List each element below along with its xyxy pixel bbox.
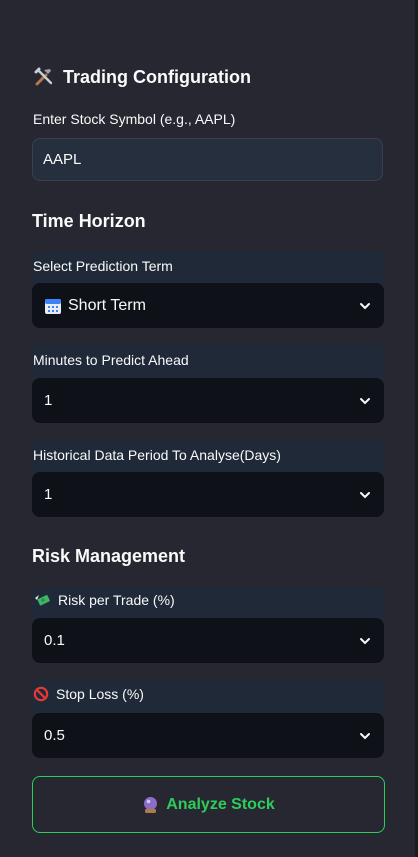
minutes-ahead-select[interactable]: 1 — [32, 378, 384, 423]
minutes-label: Minutes to Predict Ahead — [33, 352, 189, 368]
stop-label-row: Stop Loss (%) — [33, 686, 144, 702]
symbol-label: Enter Stock Symbol (e.g., AAPL) — [33, 111, 236, 127]
tools-icon — [34, 67, 53, 86]
chevron-down-icon — [360, 302, 370, 309]
trading-configuration-header: Trading Configuration — [33, 63, 251, 91]
history-label: Historical Data Period To Analyse(Days) — [33, 447, 281, 463]
chevron-down-icon — [360, 637, 370, 644]
term-label: Select Prediction Term — [33, 258, 173, 274]
chevron-down-icon — [360, 732, 370, 739]
analyze-stock-button[interactable]: Analyze Stock — [32, 776, 385, 833]
history-days-select[interactable]: 1 — [32, 472, 384, 517]
chevron-down-icon — [360, 491, 370, 498]
prohibited-icon — [33, 686, 49, 702]
risk-per-trade-select[interactable]: 0.1 — [32, 618, 384, 663]
risk-value: 0.1 — [44, 632, 65, 649]
stop-loss-value: 0.5 — [44, 727, 65, 744]
calendar-icon — [45, 298, 61, 314]
risk-label-row: Risk per Trade (%) — [33, 592, 175, 608]
crystal-ball-icon — [144, 796, 158, 813]
stock-symbol-input[interactable]: AAPL — [32, 138, 383, 181]
history-value: 1 — [44, 486, 53, 503]
term-value: Short Term — [68, 296, 146, 314]
sidebar: Trading Configuration Enter Stock Symbol… — [0, 0, 418, 857]
risk-label: Risk per Trade (%) — [58, 592, 175, 608]
stock-symbol-value: AAPL — [43, 151, 82, 168]
chevron-down-icon — [360, 397, 370, 404]
prediction-term-select[interactable]: Short Term — [32, 283, 384, 328]
minutes-value: 1 — [44, 392, 53, 409]
time-horizon-heading: Time Horizon — [32, 211, 146, 231]
risk-management-heading: Risk Management — [32, 546, 186, 566]
config-title: Trading Configuration — [63, 66, 251, 87]
stop-loss-label: Stop Loss (%) — [56, 686, 144, 702]
analyze-stock-label: Analyze Stock — [166, 795, 275, 813]
money-with-wings-icon — [35, 595, 50, 606]
stop-loss-select[interactable]: 0.5 — [32, 713, 384, 758]
